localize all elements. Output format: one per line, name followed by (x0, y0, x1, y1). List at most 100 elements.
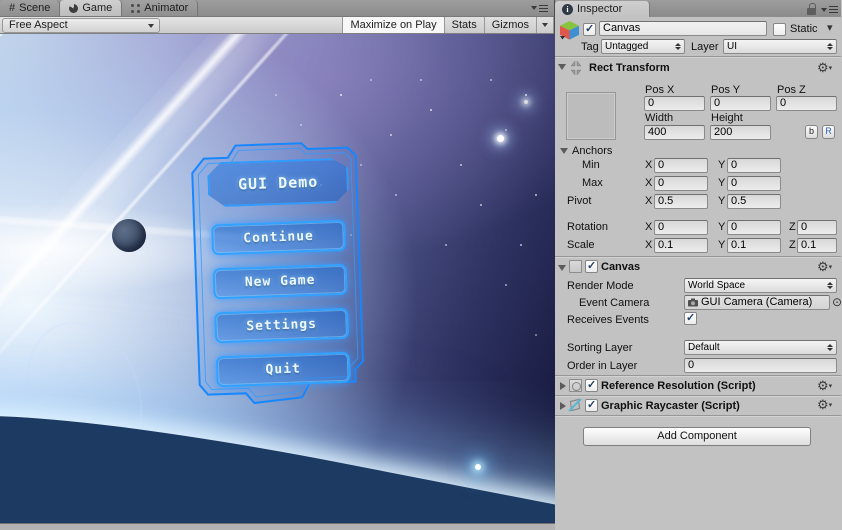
blueprint-mode-button[interactable]: b (805, 125, 818, 139)
receives-events-checkbox[interactable] (684, 311, 697, 325)
chevron-down-icon (542, 23, 548, 27)
anchor-min-x-field[interactable]: 0 (654, 158, 708, 173)
spinner-down-icon (675, 47, 681, 50)
reference-resolution-gear-icon[interactable]: ⚙▾ (817, 379, 832, 393)
stats-label: Stats (451, 19, 477, 31)
canvas-title: Canvas (601, 261, 641, 273)
axis-x-label: X (645, 239, 653, 251)
rotation-y-field[interactable]: 0 (727, 220, 781, 235)
aspect-dropdown-value: Free Aspect (9, 19, 68, 31)
gameobject-active-checkbox[interactable] (583, 22, 596, 36)
divider (555, 256, 841, 257)
gameobject-cube-icon[interactable] (559, 20, 580, 40)
anchor-min-y-field[interactable]: 0 (727, 158, 781, 173)
aspect-dropdown[interactable]: Free Aspect (2, 17, 160, 33)
anchors-label: Anchors (572, 145, 613, 157)
tag-label: Tag (581, 41, 599, 53)
axis-y-label: Y (718, 195, 726, 207)
axis-x-label: X (645, 177, 653, 189)
spinner-up-icon (827, 344, 833, 347)
canvas-enabled-checkbox[interactable] (585, 259, 598, 273)
stats-button[interactable]: Stats (444, 17, 485, 33)
tab-game[interactable]: Game (60, 0, 123, 16)
width-label: Width (645, 112, 674, 124)
static-dropdown-icon[interactable]: ▾ (827, 22, 833, 35)
height-label: Height (711, 112, 743, 124)
pos-y-field[interactable]: 0 (710, 96, 771, 111)
graphic-raycaster-foldout[interactable] (560, 402, 566, 410)
receives-events-label: Receives Events (567, 314, 649, 326)
scale-y-field[interactable]: 0.1 (727, 238, 781, 253)
canvas-foldout[interactable] (558, 265, 566, 271)
inspector-menu-icon[interactable] (821, 6, 838, 13)
anchor-preview-box[interactable] (566, 92, 616, 140)
gui-title-plate: GUI Demo (207, 158, 349, 208)
inspector-tab-bar: i Inspector (555, 0, 841, 17)
spinner-down-icon (827, 348, 833, 351)
lock-icon[interactable] (807, 3, 816, 15)
tab-inspector-label: Inspector (577, 3, 623, 15)
gizmos-button[interactable]: Gizmos (484, 17, 537, 33)
render-mode-label: Render Mode (567, 280, 634, 292)
game-icon (69, 3, 79, 13)
axis-z-label: Z (789, 221, 796, 233)
game-panel: # Scene Game Animator Free Aspect Maximi… (0, 0, 555, 530)
divider (555, 415, 841, 416)
stars (0, 34, 2, 36)
new-game-button[interactable]: New Game (212, 263, 348, 300)
quit-button[interactable]: Quit (215, 351, 351, 388)
axis-y-label: Y (718, 239, 726, 251)
gui-title-text: GUI Demo (237, 172, 319, 193)
anchor-max-y-field[interactable]: 0 (727, 176, 781, 191)
graphic-raycaster-checkbox[interactable] (585, 398, 598, 412)
continue-label: Continue (243, 228, 315, 247)
raw-edit-mode-button[interactable]: R (822, 125, 835, 139)
add-component-button[interactable]: Add Component (583, 427, 811, 446)
spinner-down-icon (827, 47, 833, 50)
scale-x-field[interactable]: 0.1 (654, 238, 708, 253)
gizmos-dropdown-arrow[interactable] (537, 17, 554, 33)
maximize-on-play-button[interactable]: Maximize on Play (343, 17, 445, 33)
pos-z-field[interactable]: 0 (776, 96, 837, 111)
hamburger-icon (539, 4, 548, 12)
order-in-layer-field[interactable]: 0 (684, 358, 837, 373)
continue-button[interactable]: Continue (211, 219, 347, 256)
axis-y-label: Y (718, 221, 726, 233)
object-picker-icon[interactable]: ⊙ (832, 296, 842, 308)
pivot-y-field[interactable]: 0.5 (727, 194, 781, 209)
graphic-raycaster-title: Graphic Raycaster (Script) (601, 400, 740, 412)
layer-dropdown[interactable]: UI (723, 39, 837, 54)
rotation-z-field[interactable]: 0 (797, 220, 837, 235)
tab-scene[interactable]: # Scene (0, 0, 61, 16)
panel-menu-icon[interactable] (531, 4, 548, 12)
spinner-down-icon (827, 286, 833, 289)
rect-transform-gear-icon[interactable]: ⚙▾ (817, 61, 832, 75)
reference-resolution-foldout[interactable] (560, 382, 566, 390)
height-field[interactable]: 200 (710, 125, 771, 140)
pivot-x-field[interactable]: 0.5 (654, 194, 708, 209)
event-camera-object-field[interactable]: GUI Camera (Camera) (684, 295, 830, 310)
graphic-raycaster-gear-icon[interactable]: ⚙▾ (817, 398, 832, 412)
gameobject-name-field[interactable]: Canvas (599, 21, 767, 36)
axis-y-label: Y (718, 177, 726, 189)
reference-resolution-checkbox[interactable] (585, 378, 598, 392)
rotation-x-field[interactable]: 0 (654, 220, 708, 235)
rect-transform-foldout[interactable] (558, 64, 566, 70)
scale-z-field[interactable]: 0.1 (797, 238, 837, 253)
scene-icon: # (9, 2, 16, 14)
sorting-layer-dropdown[interactable]: Default (684, 340, 837, 355)
tab-scene-label: Scene (19, 2, 51, 14)
anchor-max-x-field[interactable]: 0 (654, 176, 708, 191)
anchors-foldout[interactable] (560, 148, 568, 154)
render-mode-dropdown[interactable]: World Space (684, 278, 837, 293)
pos-x-field[interactable]: 0 (644, 96, 705, 111)
dropdown-triangle-icon (531, 6, 537, 10)
tag-dropdown[interactable]: Untagged (601, 39, 685, 54)
canvas-gear-icon[interactable]: ⚙▾ (817, 260, 832, 274)
settings-button[interactable]: Settings (214, 307, 350, 344)
static-checkbox[interactable] (773, 23, 786, 36)
tab-animator[interactable]: Animator (122, 0, 199, 16)
width-field[interactable]: 400 (644, 125, 705, 140)
tab-inspector[interactable]: i Inspector (555, 1, 650, 17)
new-game-label: New Game (244, 272, 316, 291)
